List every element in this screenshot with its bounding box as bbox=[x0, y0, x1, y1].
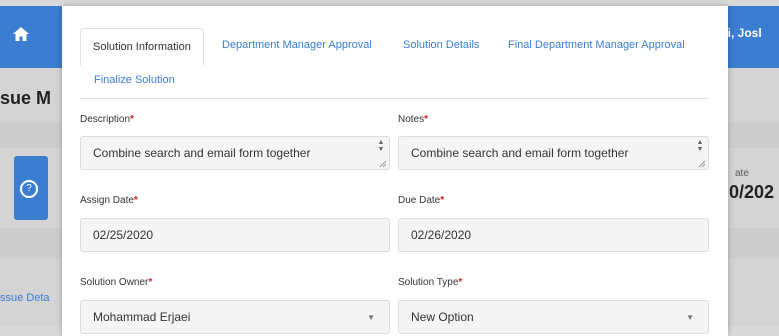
background-band bbox=[0, 122, 62, 148]
description-field[interactable]: Combine search and email form together ▲… bbox=[80, 136, 390, 170]
solution-type-select[interactable]: New Option ▼ bbox=[398, 300, 709, 334]
page-title: sue M bbox=[0, 88, 52, 108]
due-date-input[interactable]: 02/26/2020 bbox=[398, 218, 709, 252]
notes-value: Combine search and email form together bbox=[411, 146, 629, 160]
chevron-down-icon: ▼ bbox=[686, 313, 694, 322]
description-label: Description* bbox=[80, 114, 134, 125]
due-date-label: Due Date* bbox=[398, 195, 445, 206]
solution-owner-select[interactable]: Mohammad Erjaei ▼ bbox=[80, 300, 390, 334]
home-icon[interactable] bbox=[12, 26, 30, 47]
solution-type-label: Solution Type* bbox=[398, 277, 463, 288]
due-date-value: 02/26/2020 bbox=[411, 228, 472, 242]
notes-field[interactable]: Combine search and email form together ▲… bbox=[398, 136, 709, 170]
tab-final-department-manager-approval[interactable]: Final Department Manager Approval bbox=[508, 39, 685, 51]
assign-date-input[interactable]: 02/25/2020 bbox=[80, 218, 390, 252]
solution-owner-label: Solution Owner* bbox=[80, 277, 153, 288]
stepper-icon[interactable]: ▲ ▼ bbox=[377, 139, 385, 153]
assign-date-label: Assign Date* bbox=[80, 195, 138, 206]
date-value: 0/202 bbox=[729, 182, 775, 202]
solution-modal: Solution Information Department Manager … bbox=[62, 6, 728, 336]
solution-owner-value: Mohammad Erjaei bbox=[93, 310, 191, 324]
solution-type-value: New Option bbox=[411, 310, 474, 324]
tab-department-manager-approval[interactable]: Department Manager Approval bbox=[222, 39, 372, 51]
tab-bar: Solution Information Department Manager … bbox=[80, 28, 708, 99]
tab-solution-information[interactable]: Solution Information bbox=[80, 28, 204, 66]
stepper-icon[interactable]: ▲ ▼ bbox=[696, 139, 704, 153]
tab-finalize-solution[interactable]: Finalize Solution bbox=[94, 74, 175, 86]
description-value: Combine search and email form together bbox=[93, 146, 311, 160]
background-band bbox=[0, 228, 62, 258]
issue-details-link[interactable]: ssue Deta bbox=[0, 292, 50, 304]
tab-solution-details[interactable]: Solution Details bbox=[403, 39, 479, 51]
resize-handle-icon[interactable] bbox=[379, 160, 387, 168]
date-label: ate bbox=[735, 168, 749, 179]
status-card: ? bbox=[14, 156, 48, 220]
question-icon: ? bbox=[20, 180, 38, 198]
chevron-down-icon: ▼ bbox=[367, 313, 375, 322]
background-band bbox=[728, 122, 779, 148]
notes-label: Notes* bbox=[398, 114, 429, 125]
resize-handle-icon[interactable] bbox=[698, 160, 706, 168]
background-band bbox=[728, 228, 779, 258]
assign-date-value: 02/25/2020 bbox=[93, 228, 154, 242]
